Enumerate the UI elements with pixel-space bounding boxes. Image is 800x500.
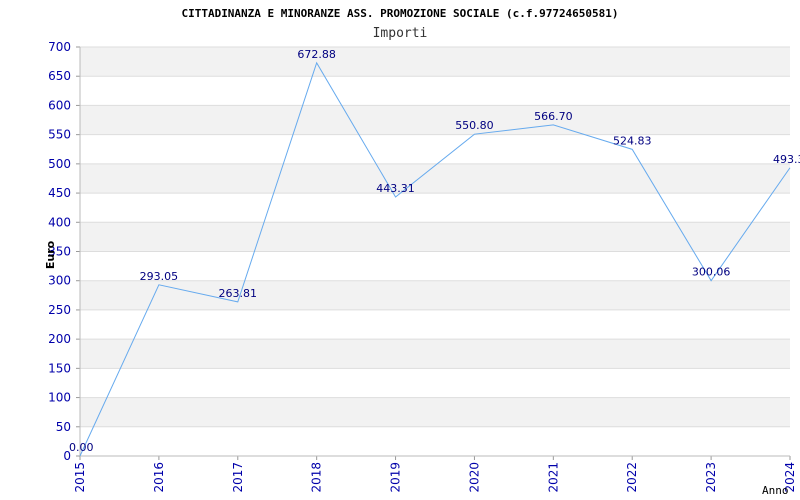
line-chart: CITTADINANZA E MINORANZE ASS. PROMOZIONE…: [44, 7, 800, 497]
grid-band: [80, 222, 790, 252]
y-tick-label: 400: [48, 215, 71, 229]
y-tick-label: 700: [48, 40, 71, 54]
data-label: 672.88: [297, 48, 336, 61]
y-tick-label: 450: [48, 186, 71, 200]
data-label: 443.31: [376, 182, 415, 195]
grid-band: [80, 339, 790, 369]
y-tick-label: 250: [48, 303, 71, 317]
y-tick-label: 200: [48, 332, 71, 346]
data-label: 263.81: [219, 287, 258, 300]
x-tick-label: 2018: [310, 462, 324, 493]
data-label: 300.06: [692, 266, 731, 279]
x-tick-label: 2021: [546, 462, 560, 493]
data-label: 0.00: [69, 441, 94, 454]
x-tick-label: 2015: [73, 462, 87, 493]
grid-bands: [80, 47, 790, 427]
grid-band: [80, 105, 790, 135]
grid-band: [80, 163, 790, 194]
grid-band: [80, 397, 790, 427]
grid-band: [80, 47, 790, 77]
y-tick-label: 600: [48, 98, 71, 112]
y-tick-label: 500: [48, 157, 71, 171]
data-label: 293.05: [140, 270, 179, 283]
x-axis-ticks: 2015 2016 2017 2018 2019 2020 2021 2022 2023 2024: [73, 456, 797, 493]
y-tick-label: 650: [48, 69, 71, 83]
data-label: 524.83: [613, 134, 652, 147]
x-tick-label: 2022: [625, 462, 639, 493]
chart-title: CITTADINANZA E MINORANZE ASS. PROMOZIONE…: [181, 7, 618, 20]
x-tick-label: 2019: [389, 462, 403, 493]
y-tick-label: 150: [48, 361, 71, 375]
x-tick-label: 2017: [231, 462, 245, 493]
y-tick-label: 100: [48, 391, 71, 405]
data-label: 550.80: [455, 119, 494, 132]
y-tick-label: 50: [56, 420, 71, 434]
y-tick-label: 550: [48, 128, 71, 142]
y-tick-label: 300: [48, 274, 71, 288]
x-tick-label: 2016: [152, 462, 166, 493]
data-label: 493.3: [773, 153, 800, 166]
data-label: 566.70: [534, 110, 573, 123]
x-axis-label: Anno: [762, 484, 789, 497]
chart-subtitle: Importi: [373, 26, 428, 41]
x-tick-label: 2023: [704, 462, 718, 493]
y-axis-label: Euro: [44, 240, 57, 269]
grid-band: [80, 280, 790, 310]
x-tick-label: 2020: [467, 462, 481, 493]
